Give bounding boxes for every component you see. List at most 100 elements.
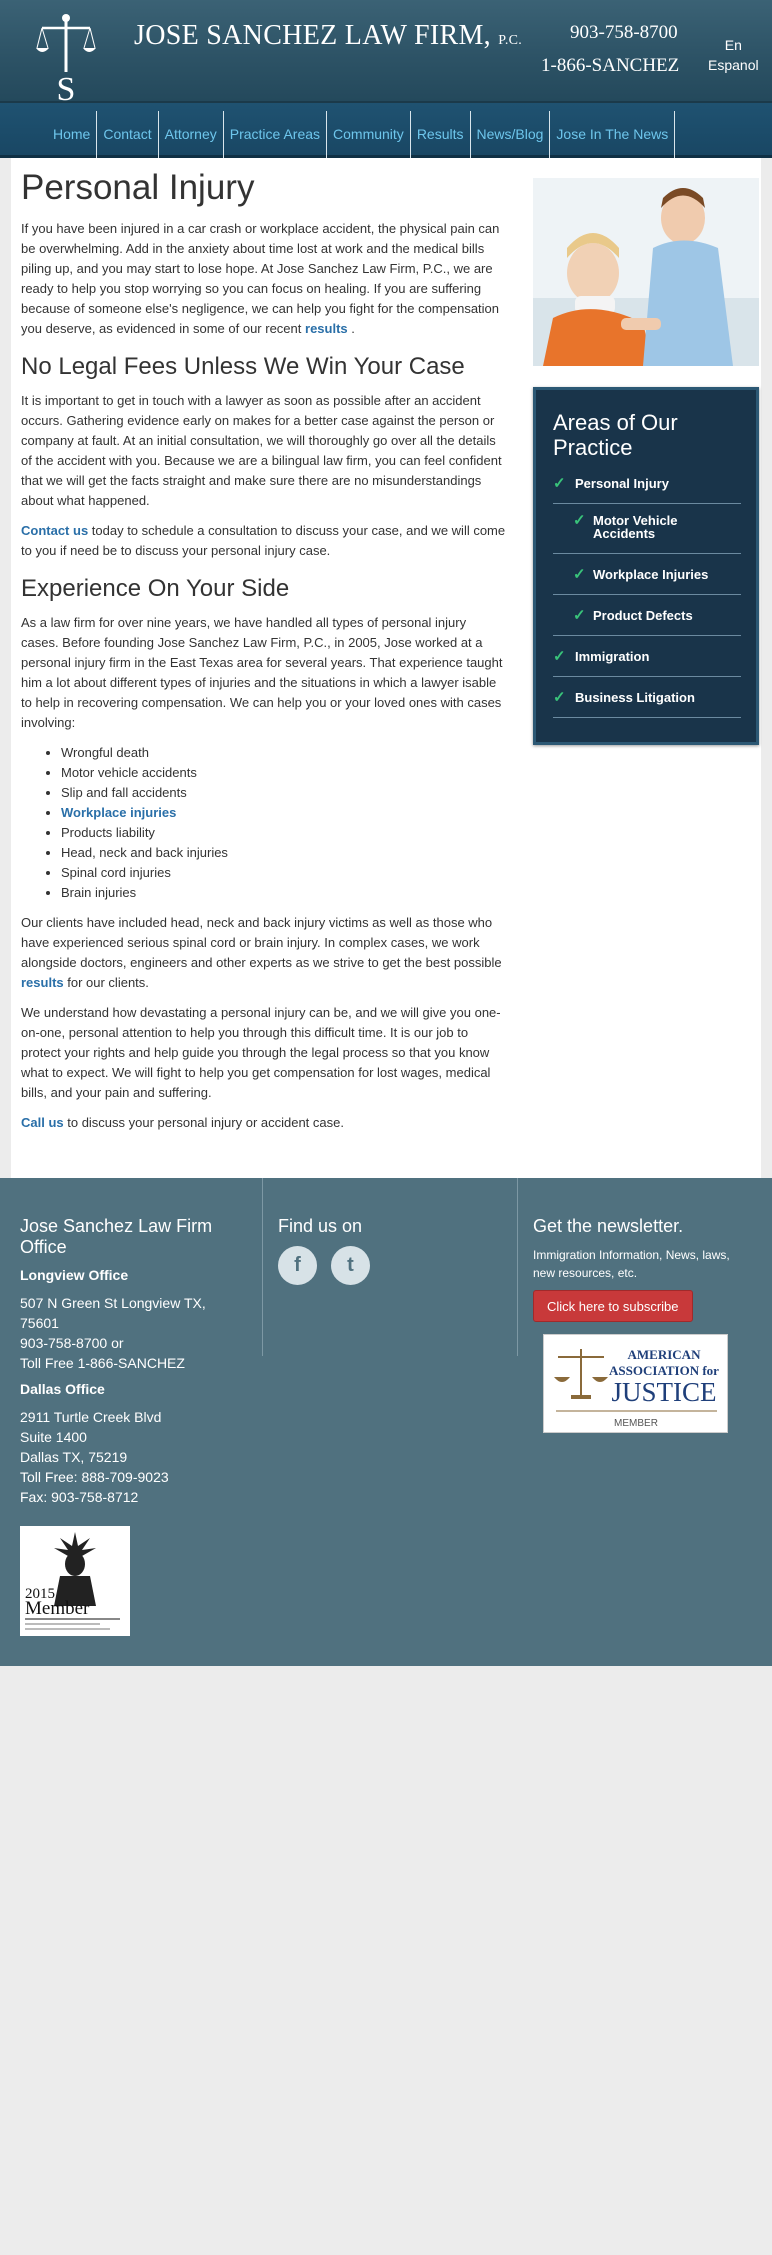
longview-toll[interactable]: Toll Free 1-866-SANCHEZ [20,1355,185,1371]
practice-areas-title: Areas of Our Practice [553,410,678,460]
lang-es-link[interactable]: Espanol [708,55,759,75]
clients-end: for our clients. [63,975,149,990]
practice-item-label: Workplace Injuries [593,567,709,582]
aaj-member-badge[interactable]: AMERICAN ASSOCIATION for JUSTICE MEMBER [543,1334,728,1433]
practice-item-workplace[interactable]: ✓ Workplace Injuries [553,554,741,595]
2015-member-badge: 2015 Member [20,1526,130,1636]
fees-heading: No Legal Fees Unless We Win Your Case [21,353,465,380]
page-title: Personal Injury [21,168,255,207]
dallas-addr2: Suite 1400 [20,1429,87,1445]
liberty-badge-icon: 2015 Member [25,1532,120,1630]
longview-addr1: 507 N Green St Longview TX, [20,1295,206,1311]
article: Personal Injury If you have been injured… [21,166,506,1143]
nav-home[interactable]: Home [47,111,96,158]
contact-text: today to schedule a consultation to disc… [21,523,506,558]
twitter-icon[interactable]: t [331,1246,370,1285]
call-us-link[interactable]: Call us [21,1115,64,1130]
practice-item-label: Business Litigation [575,690,695,705]
practice-item-immigration[interactable]: ✓ Immigration [553,636,741,677]
footer-divider [517,1178,518,1356]
experience-paragraph: As a law firm for over nine years, we ha… [21,615,503,730]
case-types-list: Wrongful death Motor vehicle accidents S… [61,743,506,903]
badge-member: Member [25,1598,90,1619]
longview-address: 507 N Green St Longview TX, 75601 903-75… [20,1293,250,1373]
nav-results[interactable]: Results [409,111,470,158]
phone-main[interactable]: 903-758-8700 [570,22,678,44]
understand-paragraph: We understand how devastating a personal… [21,1005,501,1100]
subscribe-button[interactable]: Click here to subscribe [533,1290,693,1322]
intro-text: If you have been injured in a car crash … [21,221,500,336]
longview-addr2: 75601 [20,1315,59,1331]
newsletter-description: Immigration Information, News, laws, new… [533,1248,730,1280]
intro-paragraph: If you have been injured in a car crash … [21,219,506,339]
footer-newsletter-column: Get the newsletter. Immigration Informat… [533,1216,743,1322]
nav-community[interactable]: Community [326,111,410,158]
nav-jose-in-the-news[interactable]: Jose In The News [549,111,676,158]
nav-practice-areas[interactable]: Practice Areas [222,111,326,158]
main-content-area: Personal Injury If you have been injured… [11,158,761,1178]
main-nav: Home Contact Attorney Practice Areas Com… [0,103,772,158]
call-paragraph: Call us to discuss your personal injury … [21,1113,506,1133]
find-us-heading: Find us on [278,1216,363,1236]
contact-paragraph: Contact us today to schedule a consultat… [21,521,506,561]
practice-item-business-litigation[interactable]: ✓ Business Litigation [553,677,741,718]
dallas-toll[interactable]: Toll Free: 888-709-9023 [20,1469,169,1485]
clients-text: Our clients have included head, neck and… [21,915,502,970]
practice-item-motor-vehicle[interactable]: ✓ Motor Vehicle Accidents [553,504,741,554]
intro-end: . [347,321,355,336]
results-link[interactable]: results [305,321,348,336]
check-icon: ✓ [573,512,586,529]
check-icon: ✓ [573,566,586,583]
list-item: Head, neck and back injuries [61,843,506,863]
dallas-address: 2911 Turtle Creek Blvd Suite 1400 Dallas… [20,1407,250,1507]
practice-areas-box: Areas of Our Practice ✓ Personal Injury ✓… [533,387,759,745]
dallas-heading: Dallas Office [20,1381,105,1397]
aaj-line1: AMERICAN [628,1347,702,1362]
nav-attorney[interactable]: Attorney [157,111,223,158]
call-text: to discuss your personal injury or accid… [63,1115,344,1130]
facebook-icon[interactable]: f [278,1246,317,1285]
contact-us-link[interactable]: Contact us [21,523,88,538]
footer-office-column: Jose Sanchez Law Firm Office Longview Of… [20,1216,250,1515]
footer-social-column: Find us on f t [278,1216,370,1285]
clients-paragraph: Our clients have included head, neck and… [21,913,506,993]
list-item-link: Workplace injuries [61,803,506,823]
aaj-line2: ASSOCIATION for [609,1363,719,1378]
check-icon: ✓ [553,648,566,665]
list-item: Slip and fall accidents [61,783,506,803]
lang-en-link[interactable]: En [708,35,759,55]
check-icon: ✓ [573,607,586,624]
experience-heading: Experience On Your Side [21,575,290,602]
dallas-addr1: 2911 Turtle Creek Blvd [20,1409,162,1425]
site-footer: Jose Sanchez Law Firm Office Longview Of… [0,1178,772,1666]
longview-phone[interactable]: 903-758-8700 or [20,1335,124,1351]
list-item: Motor vehicle accidents [61,763,506,783]
dallas-addr3: Dallas TX, 75219 [20,1449,128,1465]
scales-logo-icon[interactable]: S [36,12,96,108]
language-switcher: En Espanol [708,35,759,75]
nav-contact[interactable]: Contact [96,111,157,158]
check-icon: ✓ [553,689,566,706]
firm-suffix: P.C. [498,33,523,48]
practice-item-label: Immigration [575,649,650,664]
results-link-2[interactable]: results [21,975,64,990]
phone-alt[interactable]: 1-866-SANCHEZ [541,55,679,77]
nav-news-blog[interactable]: News/Blog [469,111,550,158]
workplace-injuries-link[interactable]: Workplace injuries [61,805,176,820]
social-links: f t [278,1246,370,1285]
newsletter-heading: Get the newsletter. [533,1216,684,1236]
list-item: Brain injuries [61,883,506,903]
footer-divider [262,1178,263,1356]
practice-item-label: Product Defects [593,608,693,623]
list-item: Products liability [61,823,506,843]
practice-areas-list: ✓ Personal Injury ✓ Motor Vehicle Accident… [553,474,741,718]
aaj-member: MEMBER [614,1418,658,1429]
office-title: Jose Sanchez Law Firm Office [20,1216,213,1257]
list-item: Wrongful death [61,743,506,763]
aaj-logo: AMERICAN ASSOCIATION for JUSTICE MEMBER [554,1347,719,1429]
firm-name[interactable]: JOSE SANCHEZ LAW FIRM, P.C. [134,20,522,52]
list-item: Spinal cord injuries [61,863,506,883]
nurse-patient-photo [533,178,759,366]
practice-item-product-defects[interactable]: ✓ Product Defects [553,595,741,636]
practice-item-personal-injury[interactable]: ✓ Personal Injury [553,474,741,504]
